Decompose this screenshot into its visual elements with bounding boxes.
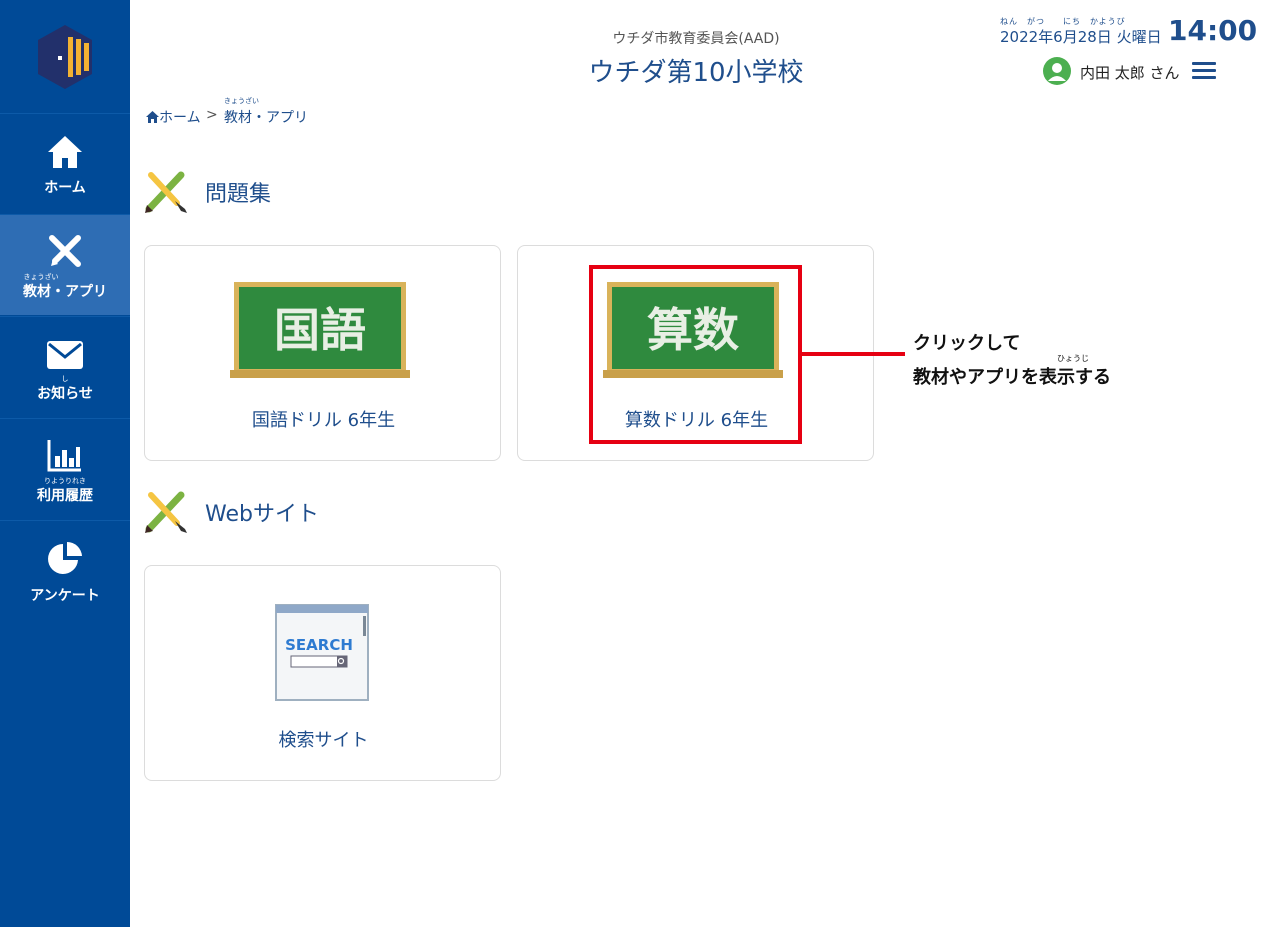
highlight-frame xyxy=(589,265,802,444)
breadcrumb-current: 教材・アプリ xyxy=(224,110,308,126)
pencil-brush-icon xyxy=(145,491,187,533)
pie-chart-icon xyxy=(45,539,85,579)
sidebar-item-label: 利用履歴 xyxy=(37,488,93,504)
home-icon xyxy=(45,132,85,172)
date-display: 2022年6月28日 火曜日 xyxy=(1000,28,1162,46)
callout-line xyxy=(802,352,905,356)
user-name[interactable]: 内田 太郎 さん xyxy=(1080,62,1180,83)
section-title: 問題集 xyxy=(205,182,272,207)
home-icon xyxy=(146,111,159,123)
breadcrumb-separator: > xyxy=(206,107,218,123)
callout-text: 教材やアプリを表示する xyxy=(913,367,1111,388)
breadcrumb-home-label: ホーム xyxy=(159,110,201,126)
sidebar: ホーム きょうざい 教材・アプリ し お知らせ りようりれき 利用履歴 アンケー… xyxy=(0,0,130,927)
card-search-site[interactable]: SEARCH 検索サイト xyxy=(144,565,501,781)
school-name: ウチダ第10小学校 xyxy=(588,58,804,88)
sidebar-item-survey[interactable]: アンケート xyxy=(0,520,130,621)
search-logo-text: SEARCH xyxy=(285,636,353,654)
sidebar-item-home[interactable]: ホーム xyxy=(0,113,130,214)
sidebar-item-label: お知らせ xyxy=(37,386,93,402)
board-text: 国語 xyxy=(274,303,366,357)
breadcrumb-home[interactable]: ホーム xyxy=(146,107,201,127)
card-label: 検索サイト xyxy=(278,730,369,751)
callout-text: クリックして xyxy=(913,333,1021,354)
user-avatar-icon[interactable] xyxy=(1043,57,1071,85)
app-logo[interactable] xyxy=(0,0,130,113)
breadcrumb-ruby: きょうざい xyxy=(224,97,259,105)
org-name: ウチダ市教育委員会(AAD) xyxy=(612,31,780,47)
sidebar-item-materials[interactable]: きょうざい 教材・アプリ xyxy=(0,214,130,315)
pencil-brush-icon xyxy=(45,231,85,271)
browser-search-image: SEARCH xyxy=(275,604,369,701)
sidebar-item-notices[interactable]: し お知らせ xyxy=(0,316,130,417)
bar-chart-icon xyxy=(45,435,85,475)
hamburger-menu-icon[interactable] xyxy=(1190,60,1218,82)
mail-icon xyxy=(45,335,85,375)
chalkboard-image: 国語 xyxy=(230,282,410,378)
sidebar-item-label: ホーム xyxy=(44,180,86,196)
sidebar-item-history[interactable]: りようりれき 利用履歴 xyxy=(0,418,130,519)
card-japanese-drill[interactable]: 国語 国語ドリル 6年生 xyxy=(144,245,501,461)
logo-icon xyxy=(38,24,92,89)
section-title: Webサイト xyxy=(205,502,319,527)
sidebar-item-label: 教材・アプリ xyxy=(23,284,107,300)
sidebar-item-label: アンケート xyxy=(30,588,100,604)
pencil-brush-icon xyxy=(145,171,187,213)
clock: 14:00 xyxy=(1168,14,1258,47)
card-label: 国語ドリル 6年生 xyxy=(251,410,396,431)
